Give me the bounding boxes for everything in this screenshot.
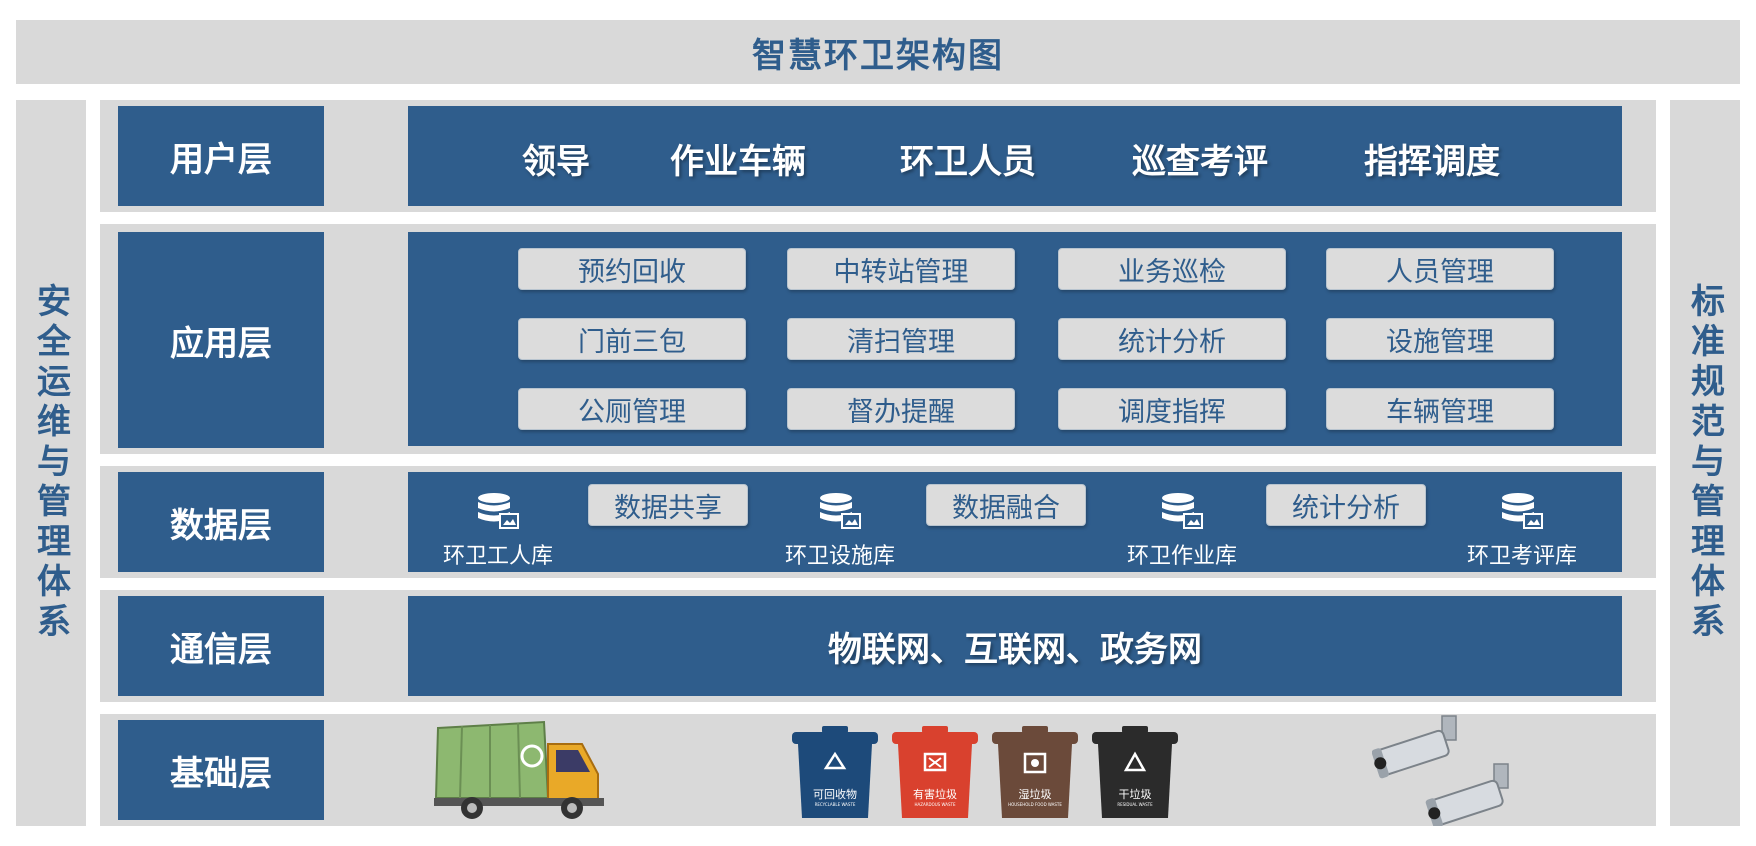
app-item: 车辆管理 bbox=[1326, 388, 1554, 430]
database-icon bbox=[1162, 493, 1203, 529]
db-label-operations: 环卫作业库 bbox=[1126, 544, 1237, 569]
app-item: 清扫管理 bbox=[787, 318, 1015, 360]
data-process: 数据共享 bbox=[588, 484, 748, 526]
hazardous-bin-icon: 有害垃圾 HAZARDOUS WASTE bbox=[892, 726, 978, 818]
db-label-workers: 环卫工人库 bbox=[442, 544, 553, 569]
app-item: 中转站管理 bbox=[787, 248, 1015, 290]
bin-label: 可回收物 bbox=[813, 787, 857, 801]
bin-label: 有害垃圾 bbox=[913, 787, 957, 801]
bin-sub-label: RECYCLABLE WASTE bbox=[815, 802, 856, 807]
right-side-panel: 标准规范与管理体系 bbox=[1670, 100, 1740, 826]
bin-label: 湿垃圾 bbox=[1019, 787, 1052, 801]
application-layer-panel: 预约回收 中转站管理 业务巡检 人员管理 门前三包 清扫管理 统计分析 设施管理… bbox=[408, 232, 1622, 446]
left-side-panel: 安全运维与管理体系 bbox=[16, 100, 86, 826]
user-item-dispatch: 指挥调度 bbox=[1364, 142, 1500, 182]
user-item-staff: 环卫人员 bbox=[900, 142, 1036, 182]
title-bar: 智慧环卫架构图 bbox=[16, 20, 1740, 84]
left-side-label: 安全运维与管理体系 bbox=[30, 283, 71, 643]
app-item: 公厕管理 bbox=[518, 388, 746, 430]
recyclable-bin-icon: 可回收物 RECYCLABLE WASTE bbox=[792, 726, 878, 818]
garbage-truck-icon bbox=[434, 720, 604, 819]
app-item: 设施管理 bbox=[1326, 318, 1554, 360]
right-side-label: 标准规范与管理体系 bbox=[1684, 283, 1725, 643]
surveillance-camera-icon bbox=[1372, 715, 1509, 826]
app-item: 预约回收 bbox=[518, 248, 746, 290]
page-title: 智慧环卫架构图 bbox=[752, 35, 1004, 76]
data-layer-panel: 环卫工人库 数据共享 环卫设施库 数据融合 环卫作业库 统计分析 环卫考评库 bbox=[408, 472, 1622, 572]
db-label-evaluation: 环卫考评库 bbox=[1466, 544, 1577, 569]
application-layer-label: 应用层 bbox=[118, 232, 324, 448]
communication-layer-label: 通信层 bbox=[118, 596, 324, 696]
user-item-inspection: 巡查考评 bbox=[1132, 142, 1268, 182]
db-label-facilities: 环卫设施库 bbox=[784, 544, 895, 569]
user-layer-label: 用户层 bbox=[118, 106, 324, 206]
app-item: 统计分析 bbox=[1058, 318, 1286, 360]
app-item: 门前三包 bbox=[518, 318, 746, 360]
bin-sub-label: HAZARDOUS WASTE bbox=[915, 802, 956, 807]
bin-label: 干垃圾 bbox=[1119, 787, 1152, 801]
database-icon bbox=[1502, 493, 1543, 529]
communication-layer-panel: 物联网、互联网、政务网 bbox=[408, 596, 1622, 696]
data-process: 数据融合 bbox=[926, 484, 1086, 526]
food-waste-bin-icon: 湿垃圾 HOUSEHOLD FOOD WASTE bbox=[992, 726, 1078, 818]
user-item-leader: 领导 bbox=[522, 142, 590, 182]
bin-sub-label: RESIDUAL WASTE bbox=[1117, 802, 1153, 807]
database-icon bbox=[820, 493, 861, 529]
app-item: 调度指挥 bbox=[1058, 388, 1286, 430]
residual-bin-icon: 干垃圾 RESIDUAL WASTE bbox=[1092, 726, 1178, 818]
app-item: 督办提醒 bbox=[787, 388, 1015, 430]
app-item: 人员管理 bbox=[1326, 248, 1554, 290]
user-item-vehicle: 作业车辆 bbox=[670, 142, 806, 182]
user-layer-panel: 领导 作业车辆 环卫人员 巡查考评 指挥调度 bbox=[408, 106, 1622, 206]
data-layer-label: 数据层 bbox=[118, 472, 324, 572]
bin-sub-label: HOUSEHOLD FOOD WASTE bbox=[1008, 802, 1062, 807]
data-process: 统计分析 bbox=[1266, 484, 1426, 526]
communication-networks: 物联网、互联网、政务网 bbox=[828, 629, 1202, 670]
app-item: 业务巡检 bbox=[1058, 248, 1286, 290]
foundation-layer-label: 基础层 bbox=[118, 720, 324, 820]
database-icon bbox=[478, 493, 519, 529]
